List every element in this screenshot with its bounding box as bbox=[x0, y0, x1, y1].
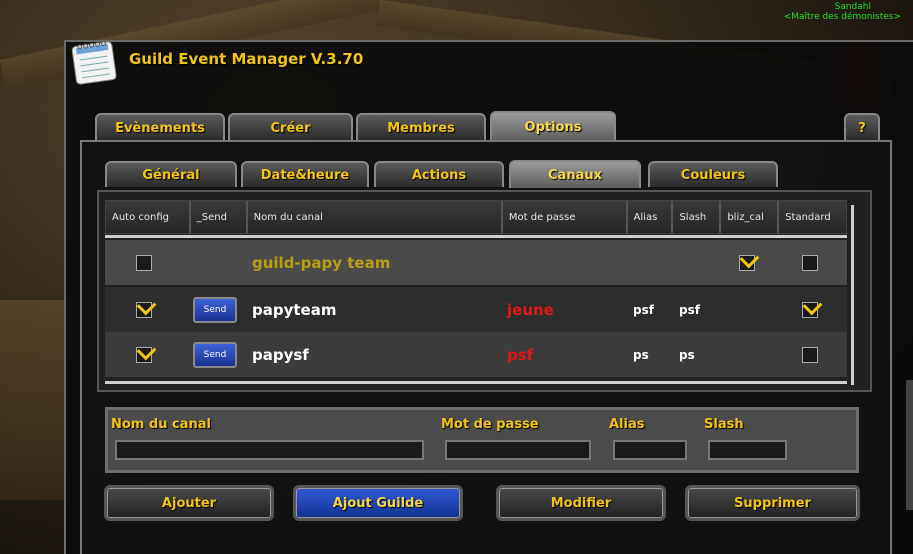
auto-config-checkbox[interactable] bbox=[136, 254, 152, 271]
tab-membres[interactable]: Membres bbox=[356, 113, 486, 141]
alias-cell: psf bbox=[633, 287, 654, 332]
channel-name-label: Nom du canal bbox=[111, 417, 211, 432]
header-send[interactable]: _Send bbox=[190, 201, 248, 233]
slash-field[interactable] bbox=[708, 440, 787, 460]
password-label: Mot de passe bbox=[441, 417, 539, 432]
channel-name-field[interactable] bbox=[115, 440, 424, 460]
standard-cell bbox=[802, 332, 818, 377]
channel-name: papysf bbox=[252, 345, 309, 364]
tab-general[interactable]: Général bbox=[105, 161, 237, 187]
header-auto-config[interactable]: Auto config bbox=[106, 201, 191, 233]
table-row[interactable]: Send papyteam jeune psf psf bbox=[105, 287, 847, 332]
tab-label: Actions bbox=[411, 167, 467, 183]
tab-label: Créer bbox=[270, 120, 311, 136]
tab-creer[interactable]: Créer bbox=[228, 113, 353, 141]
slash-cell: psf bbox=[679, 287, 700, 332]
standard-cell bbox=[802, 240, 818, 285]
character-name: Sandahl bbox=[834, 2, 871, 12]
delete-button[interactable]: Supprimer bbox=[685, 485, 860, 521]
header-channel-name[interactable]: Nom du canal bbox=[247, 201, 503, 233]
standard-checkbox[interactable] bbox=[802, 254, 818, 271]
slash-cell: ps bbox=[679, 332, 695, 377]
channel-name: papyteam bbox=[252, 300, 337, 319]
grid-divider bbox=[105, 381, 847, 384]
grid-body: guild-papy team Send papyteam jeune psf … bbox=[105, 240, 847, 380]
channel-password: jeune bbox=[507, 300, 554, 319]
header-slash[interactable]: Slash bbox=[673, 201, 722, 233]
tab-evenements[interactable]: Evènements bbox=[95, 113, 225, 141]
standard-checkbox[interactable] bbox=[802, 346, 818, 363]
auto-config-cell bbox=[136, 287, 152, 332]
standard-cell bbox=[802, 287, 818, 332]
channel-password: psf bbox=[507, 345, 534, 364]
channel-name: guild-papy team bbox=[252, 253, 391, 272]
calendar-notepad-icon bbox=[71, 40, 117, 85]
tab-label: Général bbox=[142, 167, 200, 183]
modify-button[interactable]: Modifier bbox=[496, 485, 666, 521]
window-title: Guild Event Manager V.3.70 bbox=[129, 50, 364, 68]
tab-label: Options bbox=[524, 119, 582, 135]
help-button[interactable]: ? bbox=[844, 113, 880, 141]
channel-slash: psf bbox=[679, 302, 700, 317]
send-button[interactable]: Send bbox=[193, 296, 237, 323]
bliz-cal-checkbox[interactable] bbox=[739, 254, 755, 271]
channel-name-cell: guild-papy team bbox=[252, 240, 390, 285]
tab-actions[interactable]: Actions bbox=[374, 161, 504, 187]
channel-alias: psf bbox=[633, 302, 654, 317]
password-cell: psf bbox=[507, 332, 533, 377]
tab-couleurs[interactable]: Couleurs bbox=[648, 161, 778, 187]
auto-config-cell bbox=[136, 332, 152, 377]
header-password[interactable]: Mot de passe bbox=[502, 201, 628, 233]
channel-alias: ps bbox=[633, 347, 649, 362]
channel-name-cell: papysf bbox=[252, 332, 309, 377]
tab-options[interactable]: Options bbox=[490, 111, 616, 141]
channel-slash: ps bbox=[679, 347, 695, 362]
character-title: <Maître des démonistes> bbox=[783, 12, 901, 22]
tab-date-heure[interactable]: Date&heure bbox=[241, 161, 369, 187]
tab-canaux[interactable]: Canaux bbox=[509, 160, 641, 188]
table-row[interactable]: guild-papy team bbox=[105, 240, 847, 285]
alias-label: Alias bbox=[609, 417, 645, 432]
alias-cell: ps bbox=[633, 332, 649, 377]
auto-config-checkbox[interactable] bbox=[136, 346, 152, 363]
auto-config-checkbox[interactable] bbox=[136, 301, 152, 318]
auto-config-cell bbox=[136, 240, 152, 285]
grid-divider bbox=[105, 235, 847, 238]
help-label: ? bbox=[858, 120, 866, 136]
tab-label: Couleurs bbox=[680, 167, 746, 183]
header-standard[interactable]: Standard bbox=[779, 201, 847, 233]
table-row[interactable]: Send papysf psf ps ps bbox=[105, 332, 847, 377]
tab-label: Canaux bbox=[548, 167, 602, 183]
add-guild-button[interactable]: Ajout Guilde bbox=[293, 485, 463, 521]
password-field[interactable] bbox=[445, 440, 591, 460]
header-bliz-cal[interactable]: bliz_cal bbox=[721, 201, 780, 233]
header-alias[interactable]: Alias bbox=[627, 201, 674, 233]
background-beam bbox=[0, 300, 70, 500]
window-edge bbox=[906, 380, 913, 510]
password-cell: jeune bbox=[507, 287, 554, 332]
tab-label: Date&heure bbox=[260, 167, 350, 183]
tab-label: Evènements bbox=[115, 120, 205, 136]
slash-label: Slash bbox=[704, 417, 744, 432]
send-cell: Send bbox=[193, 332, 237, 377]
channel-name-cell: papyteam bbox=[252, 287, 336, 332]
send-cell: Send bbox=[193, 287, 237, 332]
add-button[interactable]: Ajouter bbox=[104, 485, 274, 521]
standard-checkbox[interactable] bbox=[802, 301, 818, 318]
grid-scrollbar[interactable] bbox=[851, 205, 854, 385]
tab-label: Membres bbox=[387, 120, 455, 136]
bliz-cal-cell bbox=[739, 240, 755, 285]
grid-header: Auto config _Send Nom du canal Mot de pa… bbox=[105, 200, 847, 234]
send-button[interactable]: Send bbox=[193, 341, 237, 368]
alias-field[interactable] bbox=[613, 440, 687, 460]
